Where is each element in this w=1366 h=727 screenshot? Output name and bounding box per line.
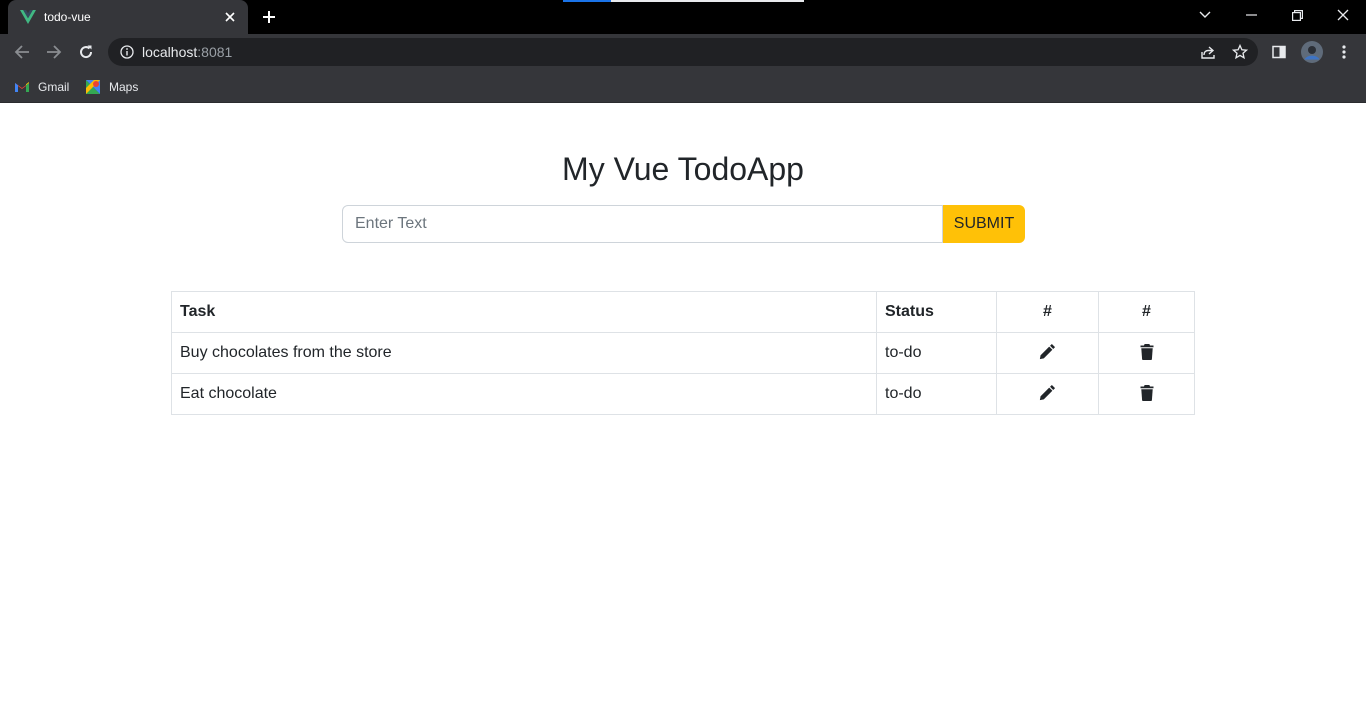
site-info-icon[interactable] bbox=[120, 45, 134, 59]
task-text: Eat chocolate bbox=[171, 373, 877, 415]
bookmark-star-icon[interactable] bbox=[1227, 39, 1253, 65]
browser-tab-strip: todo-vue bbox=[0, 0, 1366, 34]
page-content: My Vue TodoApp SUBMIT Task Status # # Bu… bbox=[0, 103, 1366, 727]
url-host: localhost bbox=[142, 44, 198, 60]
profile-avatar-icon[interactable] bbox=[1299, 39, 1325, 65]
forward-icon[interactable] bbox=[41, 39, 67, 65]
page-title: My Vue TodoApp bbox=[562, 151, 804, 187]
edit-cell bbox=[996, 332, 1099, 374]
close-tab-icon[interactable] bbox=[222, 9, 238, 25]
table-row: Buy chocolates from the store to-do bbox=[171, 332, 1195, 374]
tab-search-chevron-icon[interactable] bbox=[1182, 0, 1228, 30]
tasks-table: Task Status # # Buy chocolates from the … bbox=[171, 291, 1195, 415]
new-tab-icon[interactable] bbox=[259, 7, 279, 27]
tab-title: todo-vue bbox=[44, 10, 91, 24]
maps-icon bbox=[85, 79, 101, 95]
share-icon[interactable] bbox=[1195, 39, 1221, 65]
restore-icon[interactable] bbox=[1274, 0, 1320, 30]
pencil-icon[interactable] bbox=[1038, 341, 1058, 361]
tab-strip-highlight bbox=[611, 0, 804, 2]
table-row: Eat chocolate to-do bbox=[171, 373, 1195, 415]
task-input[interactable] bbox=[342, 205, 943, 243]
column-header-delete: # bbox=[1098, 291, 1195, 333]
vue-logo-icon bbox=[20, 9, 36, 25]
table-header-row: Task Status # # bbox=[171, 291, 1195, 333]
delete-cell bbox=[1098, 373, 1195, 415]
edit-cell bbox=[996, 373, 1099, 415]
pencil-icon[interactable] bbox=[1038, 382, 1058, 402]
browser-tab[interactable]: todo-vue bbox=[8, 0, 248, 34]
trash-icon[interactable] bbox=[1137, 342, 1157, 362]
submit-button[interactable]: SUBMIT bbox=[943, 205, 1025, 243]
bookmark-label: Gmail bbox=[38, 80, 70, 94]
column-header-status: Status bbox=[876, 291, 997, 333]
bookmark-maps[interactable]: Maps bbox=[79, 76, 144, 98]
address-bar[interactable]: localhost:8081 bbox=[108, 38, 1258, 66]
column-header-edit: # bbox=[996, 291, 1099, 333]
gmail-icon bbox=[14, 79, 30, 95]
trash-icon[interactable] bbox=[1137, 383, 1157, 403]
tab-strip-highlight bbox=[563, 0, 611, 2]
back-icon[interactable] bbox=[9, 39, 35, 65]
task-status[interactable]: to-do bbox=[876, 332, 997, 374]
delete-cell bbox=[1098, 332, 1195, 374]
reload-icon[interactable] bbox=[73, 39, 99, 65]
column-header-task: Task bbox=[171, 291, 877, 333]
url-port: :8081 bbox=[197, 44, 233, 60]
side-panel-icon[interactable] bbox=[1266, 39, 1292, 65]
bookmark-gmail[interactable]: Gmail bbox=[8, 76, 75, 98]
bookmark-label: Maps bbox=[109, 80, 139, 94]
close-window-icon[interactable] bbox=[1320, 0, 1366, 30]
minimize-icon[interactable] bbox=[1228, 0, 1274, 30]
browser-menu-icon[interactable] bbox=[1331, 39, 1357, 65]
bookmarks-bar: Gmail Maps bbox=[0, 70, 1366, 103]
task-status[interactable]: to-do bbox=[876, 373, 997, 415]
task-text: Buy chocolates from the store bbox=[171, 332, 877, 374]
browser-toolbar: localhost:8081 bbox=[0, 34, 1366, 70]
